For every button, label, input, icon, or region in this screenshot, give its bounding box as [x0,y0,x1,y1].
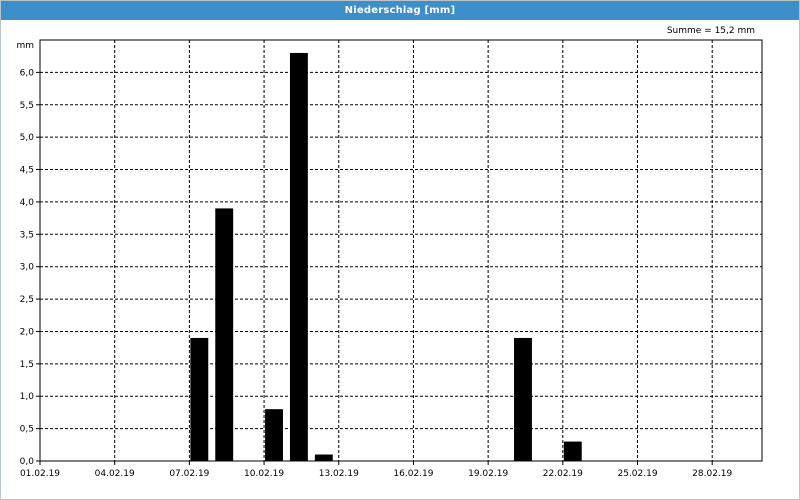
y-tick-label: 6,0 [20,68,35,78]
plot-area-border [39,39,763,462]
y-tick-label: 1,0 [20,392,35,402]
x-tick-label: 22.02.19 [543,469,583,479]
bar [314,454,333,461]
y-axis-label: mm [16,41,34,51]
y-tick-label: 3,5 [20,230,34,240]
bar [563,441,582,461]
x-tick-label: 10.02.19 [244,469,284,479]
bar [190,337,209,461]
bar [514,337,532,461]
y-tick-label: 0,0 [20,457,35,467]
y-tick-label: 5,0 [20,133,35,143]
y-tick-label: 3,0 [20,263,35,273]
x-tick-label: 25.02.19 [617,469,657,479]
bar [215,208,234,461]
x-tick-label: 16.02.19 [393,469,433,479]
x-tick-label: 04.02.19 [95,469,135,479]
y-tick-label: 2,0 [20,327,35,337]
x-tick-label: 19.02.19 [468,469,508,479]
bar [289,52,308,461]
y-tick-label: 2,5 [20,295,34,305]
bar [265,409,283,461]
x-tick-label: 01.02.19 [20,469,60,479]
x-tick-label: 07.02.19 [169,469,209,479]
y-tick-label: 5,5 [20,101,34,111]
y-tick-label: 0,5 [20,425,34,435]
x-tick-label: 13.02.19 [319,469,359,479]
y-tick-label: 1,5 [20,360,34,370]
y-tick-label: 4,0 [20,198,35,208]
x-tick-label: 28.02.19 [692,469,732,479]
precipitation-chart: 0,0 0,5 1,0 1,5 2,0 2,5 3,0 3,5 4,0 4,5 5,0 5,5 6,0 m… [16,39,763,479]
y-tick-label: 4,5 [20,166,34,176]
